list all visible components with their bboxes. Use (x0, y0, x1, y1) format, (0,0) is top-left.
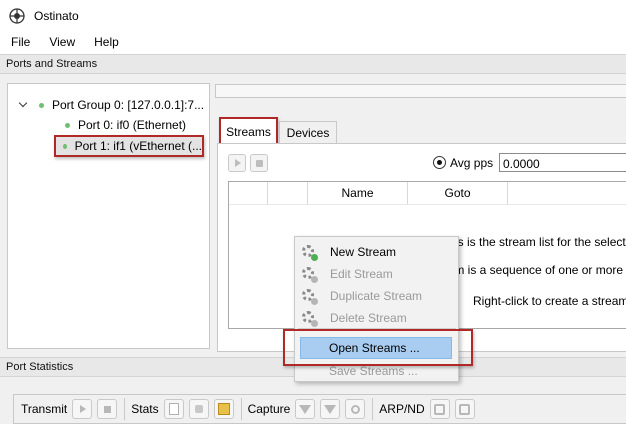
stats-toolbar: Transmit Stats Capture ARP/ND (13, 394, 626, 424)
port-summary-strip (215, 84, 626, 98)
stream-toolbar: Avg pps (228, 153, 626, 173)
stop-capture-button[interactable] (320, 399, 341, 419)
document-icon (168, 403, 179, 415)
avg-pps-label: Avg pps (450, 156, 494, 170)
arp-nd-label: ARP/ND (379, 402, 425, 416)
menu-item-label: New Stream (330, 245, 397, 259)
clear-icon (194, 405, 203, 413)
gear-add-icon (301, 244, 318, 261)
menu-view[interactable]: View (46, 35, 83, 49)
stop-icon (103, 405, 111, 413)
port-row-1-selected[interactable]: Port 1: if1 (vEthernet (... (54, 135, 204, 157)
gear-edit-icon (301, 266, 318, 283)
port-status-icon (63, 143, 67, 149)
menu-item-new-stream[interactable]: New Stream (295, 241, 460, 263)
stream-list-hint-3: Right-click to create a stream (473, 294, 626, 308)
title-bar: Ostinato (0, 0, 626, 31)
column-header-name[interactable]: Name (308, 182, 408, 205)
menu-bar: File View Help (0, 31, 626, 53)
column-header-goto[interactable]: Goto (408, 182, 508, 205)
port-group-status-icon (39, 102, 44, 108)
stats-label: Stats (131, 402, 159, 416)
clear-all-stats-button[interactable] (188, 399, 209, 419)
tab-devices[interactable]: Devices (279, 121, 337, 143)
ports-and-streams-header: Ports and Streams (0, 54, 626, 74)
port-status-icon (65, 122, 70, 128)
transmit-label: Transmit (21, 402, 68, 416)
toolbar-divider (240, 398, 242, 420)
start-button[interactable] (228, 154, 246, 172)
menu-item-label: Edit Stream (330, 267, 393, 281)
open-streams-annotation (283, 329, 473, 366)
chevron-down-icon[interactable] (19, 100, 29, 110)
filter-icon (299, 404, 312, 414)
column-header-icon[interactable] (268, 182, 308, 205)
menu-item-label: Duplicate Stream (330, 289, 423, 303)
column-header-extra[interactable] (508, 182, 626, 205)
menu-item-label: Delete Stream (330, 311, 407, 325)
port-group-row[interactable]: Port Group 0: [127.0.0.1]:7... (19, 96, 204, 114)
play-icon (80, 405, 87, 413)
gear-duplicate-icon (301, 288, 318, 305)
menu-item-delete-stream[interactable]: Delete Stream (295, 307, 460, 329)
magnifier-icon (350, 404, 360, 414)
port-tree: Port Group 0: [127.0.0.1]:7... Port 0: i… (7, 83, 210, 349)
stats-icon (217, 403, 230, 415)
stream-list-hint-2: eam is a sequence of one or more (441, 263, 624, 277)
avg-pps-radio[interactable] (433, 156, 446, 169)
start-capture-button[interactable] (295, 399, 316, 419)
tab-streams[interactable]: Streams (219, 117, 278, 146)
resolve-neighbors-button[interactable] (429, 399, 450, 419)
stop-transmit-button[interactable] (97, 399, 118, 419)
toolbar-divider (124, 398, 126, 420)
capture-label: Capture (247, 402, 291, 416)
menu-item-duplicate-stream[interactable]: Duplicate Stream (295, 285, 460, 307)
column-header-enabled[interactable] (229, 182, 268, 205)
view-capture-button[interactable] (345, 399, 366, 419)
network-icon (434, 403, 446, 415)
toolbar-divider (372, 398, 374, 420)
stream-stats-button[interactable] (213, 399, 234, 419)
port-label: Port 0: if0 (Ethernet) (78, 118, 187, 132)
menu-help[interactable]: Help (91, 35, 127, 49)
port-group-label: Port Group 0: [127.0.0.1]:7... (52, 98, 205, 112)
filter-stop-icon (324, 404, 337, 414)
stream-list-hint-1: This is the stream list for the selecte (441, 235, 626, 249)
window-title: Ostinato (34, 8, 79, 23)
clear-neighbors-button[interactable] (454, 399, 475, 419)
menu-item-edit-stream[interactable]: Edit Stream (295, 263, 460, 285)
ostinato-logo-icon (9, 7, 25, 24)
stop-icon (255, 159, 263, 167)
port-statistics-area: Transmit Stats Capture ARP/ND (0, 377, 626, 424)
clear-stats-button[interactable] (163, 399, 184, 419)
avg-pps-input[interactable] (499, 153, 626, 172)
start-transmit-button[interactable] (72, 399, 93, 419)
play-icon (235, 159, 241, 167)
port-row-0[interactable]: Port 0: if0 (Ethernet) (65, 116, 186, 134)
port-label: Port 1: if1 (vEthernet (... (74, 139, 202, 153)
network-clear-icon (459, 403, 471, 415)
menu-file[interactable]: File (8, 35, 38, 49)
stop-button[interactable] (250, 154, 268, 172)
gear-delete-icon (301, 310, 318, 327)
